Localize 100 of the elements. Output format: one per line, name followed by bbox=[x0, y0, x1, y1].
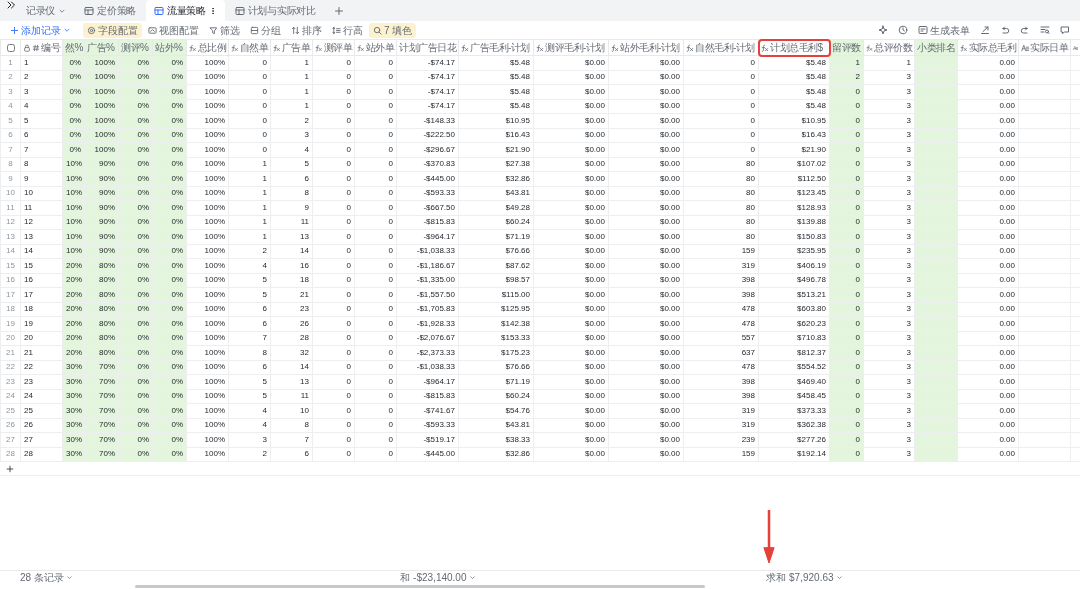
table-cell: $513.21 bbox=[758, 287, 830, 302]
column-header[interactable]: 站外毛利-计划 bbox=[608, 39, 684, 56]
column-header[interactable]: 然% bbox=[62, 39, 85, 56]
column-header[interactable]: 总比例 bbox=[186, 39, 229, 56]
tab[interactable]: 定价策略 bbox=[76, 0, 144, 21]
hash-icon bbox=[32, 43, 40, 52]
table-cell: 100% bbox=[186, 186, 229, 201]
table-cell: $0.00 bbox=[608, 142, 684, 157]
table-cell: 11 bbox=[20, 200, 63, 215]
table-cell: $0.00 bbox=[608, 316, 684, 331]
column-header[interactable]: 自然毛利-计划 bbox=[683, 39, 759, 56]
table-cell: 7 bbox=[20, 142, 63, 157]
toolbar-button[interactable]: 视图配置 bbox=[144, 22, 203, 38]
toolbar-button[interactable]: 筛选 bbox=[205, 22, 244, 38]
column-header[interactable]: 广告单 bbox=[270, 39, 313, 56]
workspace-selector[interactable]: 记录仪 bbox=[18, 0, 75, 21]
table-cell: 319 bbox=[683, 403, 759, 418]
table-cell: $0.00 bbox=[608, 287, 684, 302]
table-cell: 0 bbox=[312, 374, 355, 389]
table-cell: $43.81 bbox=[458, 186, 534, 201]
table-cell: $115.00 bbox=[458, 287, 534, 302]
column-header[interactable]: 测评毛利-计划 bbox=[533, 39, 609, 56]
select-all-checkbox[interactable] bbox=[6, 43, 15, 52]
table-cell: 0 bbox=[354, 302, 397, 317]
table-cell: $0.00 bbox=[608, 302, 684, 317]
table-cell: 478 bbox=[683, 360, 759, 375]
toolbar-button[interactable]: 分组 bbox=[246, 22, 285, 38]
plus-icon bbox=[10, 25, 19, 35]
tab[interactable]: 计划与实际对比 bbox=[226, 0, 324, 21]
row-number: 21 bbox=[0, 345, 21, 360]
column-header[interactable]: 广告毛利-计划 bbox=[458, 39, 534, 56]
table-cell: $812.37 bbox=[758, 345, 830, 360]
table-cell: 14 bbox=[270, 244, 313, 259]
table-cell: $10.95 bbox=[758, 113, 830, 128]
table-cell: -$2,373.33 bbox=[396, 345, 459, 360]
table-cell: 3 bbox=[863, 186, 915, 201]
column-header[interactable]: 小类排名 bbox=[914, 39, 958, 56]
table-cell: 100% bbox=[186, 432, 229, 447]
table-cell: $620.23 bbox=[758, 316, 830, 331]
table-cell: 159 bbox=[683, 447, 759, 462]
toolbar-button[interactable]: 字段配置 bbox=[83, 22, 142, 38]
column-header[interactable]: 站外% bbox=[152, 39, 187, 56]
toolbar-button[interactable]: 7 填色 bbox=[369, 22, 417, 38]
table-cell: 12 bbox=[20, 215, 63, 230]
row-number: 11 bbox=[0, 200, 21, 215]
summary-dropdown[interactable]: 28 条记录 bbox=[20, 570, 73, 585]
table-cell: 0.00 bbox=[957, 142, 1019, 157]
toolbar-button[interactable]: 排序 bbox=[287, 22, 326, 38]
scrollbar-thumb[interactable] bbox=[135, 585, 705, 588]
column-header[interactable]: 实际日单 bbox=[1018, 39, 1071, 56]
table-cell: $5.48 bbox=[458, 84, 534, 99]
table-cell: 16 bbox=[20, 273, 63, 288]
table-cell: $0.00 bbox=[533, 215, 609, 230]
column-header[interactable]: 自然单 bbox=[228, 39, 271, 56]
search-icon bbox=[1040, 25, 1050, 35]
table-cell: 3 bbox=[863, 244, 915, 259]
add-row-button[interactable] bbox=[6, 464, 14, 473]
table-cell: 398 bbox=[683, 273, 759, 288]
add-record-button[interactable]: 添加记录 bbox=[6, 22, 75, 38]
table-cell: 100% bbox=[186, 113, 229, 128]
column-header[interactable] bbox=[1070, 39, 1080, 56]
table-cell: 4 bbox=[228, 258, 271, 273]
table-cell: 26 bbox=[270, 316, 313, 331]
column-header[interactable]: 实际总毛利 bbox=[957, 39, 1019, 56]
column-header[interactable]: 站外单 bbox=[354, 39, 397, 56]
table-cell: 5 bbox=[228, 273, 271, 288]
table-cell: $0.00 bbox=[608, 229, 684, 244]
table-cell: 24 bbox=[20, 389, 63, 404]
column-header[interactable]: 计划广告日花 bbox=[396, 39, 459, 56]
table-cell: 0 bbox=[354, 447, 397, 462]
column-header[interactable]: 留评数 bbox=[829, 39, 864, 56]
table-cell: $0.00 bbox=[533, 345, 609, 360]
table-cell: $0.00 bbox=[608, 215, 684, 230]
table-cell: 0.00 bbox=[957, 70, 1019, 85]
table-cell: 3 bbox=[863, 113, 915, 128]
column-header[interactable]: 总评价数 bbox=[863, 39, 915, 56]
table-cell: 0.00 bbox=[957, 244, 1019, 259]
column-header[interactable]: 编号 bbox=[20, 39, 63, 56]
toolbar-button[interactable]: 行高 bbox=[328, 22, 367, 38]
tab[interactable]: 流量策略 bbox=[145, 0, 225, 21]
table-cell: 100% bbox=[186, 99, 229, 114]
summary-dropdown[interactable]: 和 -$23,140.00 bbox=[400, 570, 476, 585]
table-cell: 3 bbox=[863, 432, 915, 447]
summary-dropdown[interactable]: 求和 $7,920.63 bbox=[766, 570, 843, 585]
table-cell: 0.00 bbox=[957, 113, 1019, 128]
table-cell: $0.00 bbox=[533, 229, 609, 244]
column-header[interactable]: 测评% bbox=[118, 39, 153, 56]
table-cell: 0 bbox=[312, 84, 355, 99]
table-cell: -$74.17 bbox=[396, 99, 459, 114]
table-cell: -$1,557.50 bbox=[396, 287, 459, 302]
table-cell: $5.48 bbox=[458, 99, 534, 114]
table-cell: 21 bbox=[270, 287, 313, 302]
table-cell: 28 bbox=[20, 447, 63, 462]
column-header[interactable]: 计划总毛利$ bbox=[758, 39, 830, 56]
generate-form-button[interactable]: 生成表单 bbox=[914, 22, 974, 38]
column-header[interactable]: 测评单 bbox=[312, 39, 355, 56]
column-header[interactable]: 广告% bbox=[84, 39, 119, 56]
table-cell: 0 bbox=[354, 99, 397, 114]
table-cell: -$1,928.33 bbox=[396, 316, 459, 331]
table-cell: 0 bbox=[354, 432, 397, 447]
